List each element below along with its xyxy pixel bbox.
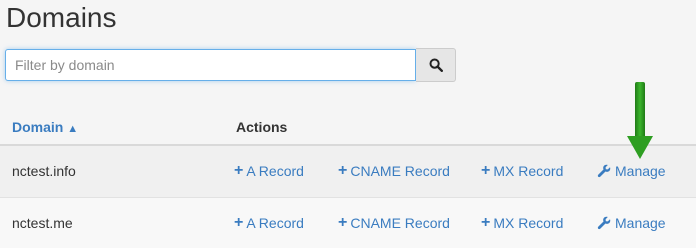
manage-link[interactable]: Manage [597,162,666,180]
plus-icon: + [234,214,244,231]
add-a-record-label: A Record [246,163,304,179]
search-button[interactable] [416,48,456,82]
sort-ascending-icon: ▲ [67,123,79,135]
plus-icon: + [234,162,244,179]
table-row: nctest.info + A Record + CNAME Record + … [0,146,696,197]
add-mx-record-link[interactable]: + MX Record [481,214,563,232]
add-a-record-link[interactable]: + A Record [234,162,304,180]
domain-name: nctest.me [12,215,73,231]
add-a-record-link[interactable]: + A Record [234,214,304,232]
plus-icon: + [481,214,491,231]
page-title: Domains [6,2,117,33]
plus-icon: + [338,214,348,231]
arrow-down-icon [627,82,653,159]
column-header-domain[interactable]: Domain ▲ [12,118,78,138]
plus-icon: + [338,162,348,179]
domain-name: nctest.info [12,163,76,179]
add-cname-record-link[interactable]: + CNAME Record [338,162,450,180]
add-mx-record-link[interactable]: + MX Record [481,162,563,180]
column-header-actions: Actions [236,119,288,135]
wrench-icon [597,216,611,230]
table-header: Domain ▲ Actions [0,107,696,146]
add-mx-record-label: MX Record [493,215,564,231]
filter-domain-input[interactable] [5,49,416,81]
add-a-record-label: A Record [246,215,304,231]
manage-label: Manage [615,163,666,179]
add-mx-record-label: MX Record [493,163,564,179]
plus-icon: + [481,162,491,179]
search-row [5,48,456,82]
add-cname-record-label: CNAME Record [350,215,450,231]
search-icon [429,58,443,72]
table-row: nctest.me + A Record + CNAME Record + MX… [0,197,696,248]
wrench-icon [597,164,611,178]
add-cname-record-label: CNAME Record [350,163,450,179]
manage-label: Manage [615,215,666,231]
add-cname-record-link[interactable]: + CNAME Record [338,214,450,232]
column-header-domain-label: Domain [12,119,64,135]
manage-link[interactable]: Manage [597,214,666,232]
domains-table: Domain ▲ Actions nctest.info + A Record … [0,107,696,248]
